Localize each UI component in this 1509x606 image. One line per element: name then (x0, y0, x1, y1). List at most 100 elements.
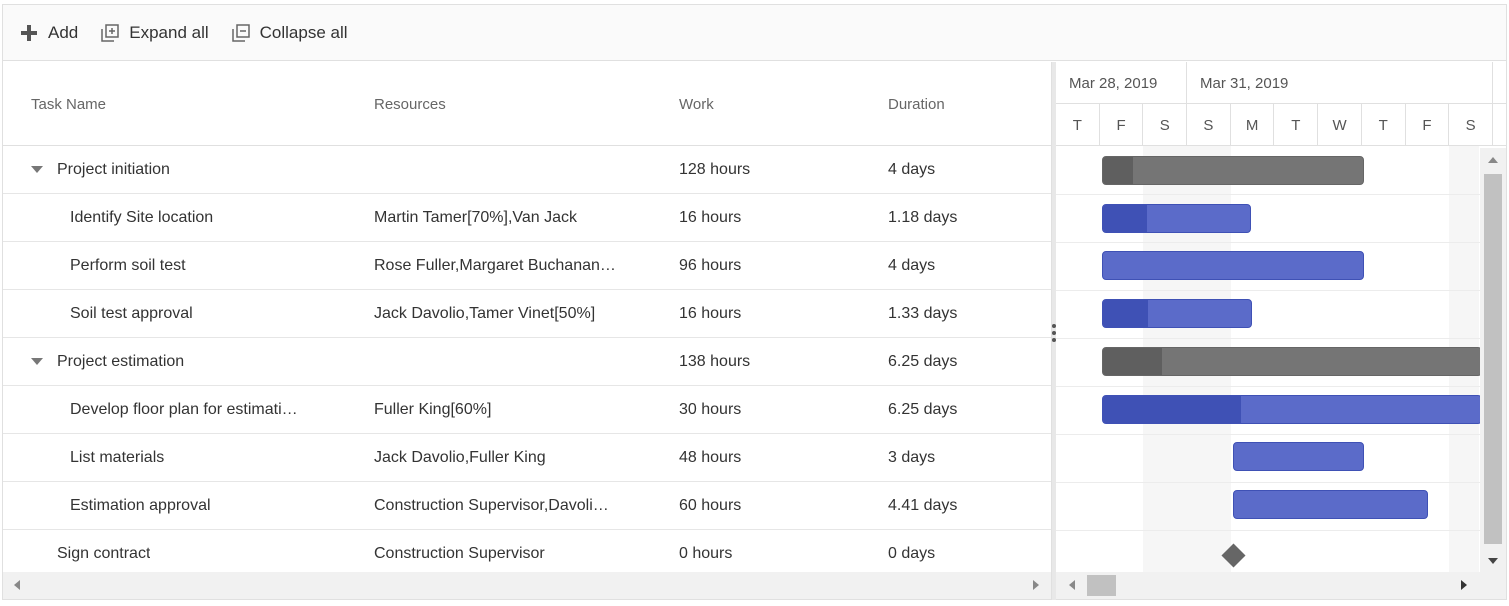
work-cell: 30 hours (679, 400, 742, 418)
task-progress (1103, 157, 1133, 184)
timeline-day: M (1231, 104, 1275, 146)
timeline-day: W (1318, 104, 1362, 146)
collapse-all-button[interactable]: Collapse all (231, 23, 348, 43)
task-bar[interactable] (1102, 395, 1482, 424)
duration-cell: 4.41 days (888, 496, 958, 514)
task-name: Project estimation (57, 352, 185, 370)
chart-row-line (1056, 194, 1506, 195)
scroll-up-icon[interactable] (1488, 157, 1498, 163)
collapse-caret-icon[interactable] (31, 358, 43, 365)
timeline-day: F (1406, 104, 1450, 146)
resources-cell: Rose Fuller,Margaret Buchanan… (374, 256, 616, 274)
timeline-week: Mar 31, 2019 (1187, 62, 1493, 104)
resources-cell: Construction Supervisor,Davoli… (374, 496, 609, 514)
column-header-work[interactable]: Work (679, 62, 714, 146)
chart-row-line (1056, 290, 1506, 291)
duration-cell: 1.18 days (888, 208, 958, 226)
timeline-day: T (1056, 104, 1100, 146)
horizontal-scroll-thumb[interactable] (1087, 575, 1116, 596)
resources-cell: Jack Davolio,Tamer Vinet[50%] (374, 304, 596, 322)
timeline-day-header: T F S S M T W T F S (1056, 104, 1506, 146)
work-cell: 128 hours (679, 160, 751, 178)
task-name: Project initiation (57, 160, 170, 178)
table-row[interactable]: Project estimation 138 hours 6.25 days (3, 338, 1051, 386)
collapse-caret-icon[interactable] (31, 166, 43, 173)
column-header-task-name[interactable]: Task Name (31, 62, 106, 146)
column-header-duration[interactable]: Duration (888, 62, 945, 146)
resources-cell: Fuller King[60%] (374, 400, 492, 418)
grid-horizontal-scrollbar[interactable] (3, 572, 1051, 599)
timeline-day: S (1187, 104, 1231, 146)
task-name-cell: Project initiation (31, 146, 170, 193)
duration-cell: 3 days (888, 448, 936, 466)
table-row[interactable]: Perform soil test Rose Fuller,Margaret B… (3, 242, 1051, 290)
table-row[interactable]: Estimation approval Construction Supervi… (3, 482, 1051, 530)
work-cell: 0 hours (679, 544, 733, 562)
resources-cell: Jack Davolio,Fuller King (374, 448, 546, 466)
task-bar[interactable] (1102, 251, 1364, 280)
grid-header: Task Name Resources Work Duration (3, 62, 1051, 146)
chart-row-line (1056, 434, 1506, 435)
collapse-all-icon (231, 23, 251, 43)
task-progress (1103, 348, 1162, 375)
timeline-day: T (1362, 104, 1406, 146)
task-bar[interactable] (1102, 299, 1252, 328)
task-name-cell: List materials (70, 448, 165, 466)
duration-cell: 4 days (888, 256, 936, 274)
duration-cell: 4 days (888, 160, 936, 178)
duration-cell: 6.25 days (888, 352, 958, 370)
table-row[interactable]: Identify Site location Martin Tamer[70%]… (3, 194, 1051, 242)
work-cell: 48 hours (679, 448, 742, 466)
table-row[interactable]: Develop floor plan for estimati… Fuller … (3, 386, 1051, 434)
chart-row-line (1056, 242, 1506, 243)
scroll-left-icon[interactable] (14, 580, 20, 590)
gantt-chart: Add Expand all Collapse all Task Name Re… (2, 4, 1507, 600)
task-name-cell: Estimation approval (70, 496, 211, 514)
work-cell: 138 hours (679, 352, 751, 370)
task-bar[interactable] (1233, 490, 1428, 519)
gantt-timeline-chart: Mar 28, 2019 Mar 31, 2019 T F S S M T W … (1056, 62, 1506, 600)
timeline-week: Mar 28, 2019 (1056, 62, 1187, 104)
table-row[interactable]: List materials Jack Davolio,Fuller King … (3, 434, 1051, 482)
chart-row-line (1056, 482, 1506, 483)
chart-horizontal-scrollbar[interactable] (1056, 572, 1506, 599)
timeline-day: T (1275, 104, 1319, 146)
scroll-down-icon[interactable] (1488, 558, 1498, 564)
parent-task-bar[interactable] (1102, 347, 1482, 376)
table-row[interactable]: Soil test approval Jack Davolio,Tamer Vi… (3, 290, 1051, 338)
resources-cell: Construction Supervisor (374, 544, 545, 562)
work-cell: 60 hours (679, 496, 742, 514)
scroll-left-icon[interactable] (1069, 580, 1075, 590)
timeline-day: F (1100, 104, 1144, 146)
collapse-all-label: Collapse all (259, 22, 348, 42)
vertical-scroll-thumb[interactable] (1484, 174, 1502, 544)
duration-cell: 0 days (888, 544, 936, 562)
parent-task-bar[interactable] (1102, 156, 1364, 185)
toolbar: Add Expand all Collapse all (3, 5, 1506, 61)
add-label: Add (48, 22, 79, 42)
timeline-day: S (1143, 104, 1188, 146)
scroll-right-icon[interactable] (1461, 580, 1467, 590)
task-name-cell: Perform soil test (70, 256, 186, 274)
task-bar[interactable] (1233, 442, 1364, 471)
task-progress (1103, 300, 1148, 327)
expand-all-icon (100, 23, 120, 43)
task-name-cell: Sign contract (57, 544, 151, 562)
chart-vertical-scrollbar[interactable] (1480, 148, 1506, 573)
table-row[interactable]: Project initiation 128 hours 4 days (3, 146, 1051, 194)
table-row[interactable]: Sign contract Construction Supervisor 0 … (3, 530, 1051, 578)
task-name-cell: Soil test approval (70, 304, 193, 322)
expand-all-button[interactable]: Expand all (100, 22, 209, 43)
chart-row-line (1056, 530, 1506, 531)
work-cell: 16 hours (679, 304, 742, 322)
task-progress (1103, 396, 1241, 423)
plus-icon (19, 23, 39, 43)
timeline-week-header: Mar 28, 2019 Mar 31, 2019 (1056, 62, 1506, 104)
column-header-resources[interactable]: Resources (374, 62, 446, 146)
task-bar[interactable] (1102, 204, 1251, 233)
task-name-cell: Project estimation (31, 338, 184, 385)
expand-all-label: Expand all (129, 22, 209, 42)
chart-row-line (1056, 338, 1506, 339)
add-button[interactable]: Add (19, 23, 78, 43)
scroll-right-icon[interactable] (1033, 580, 1039, 590)
